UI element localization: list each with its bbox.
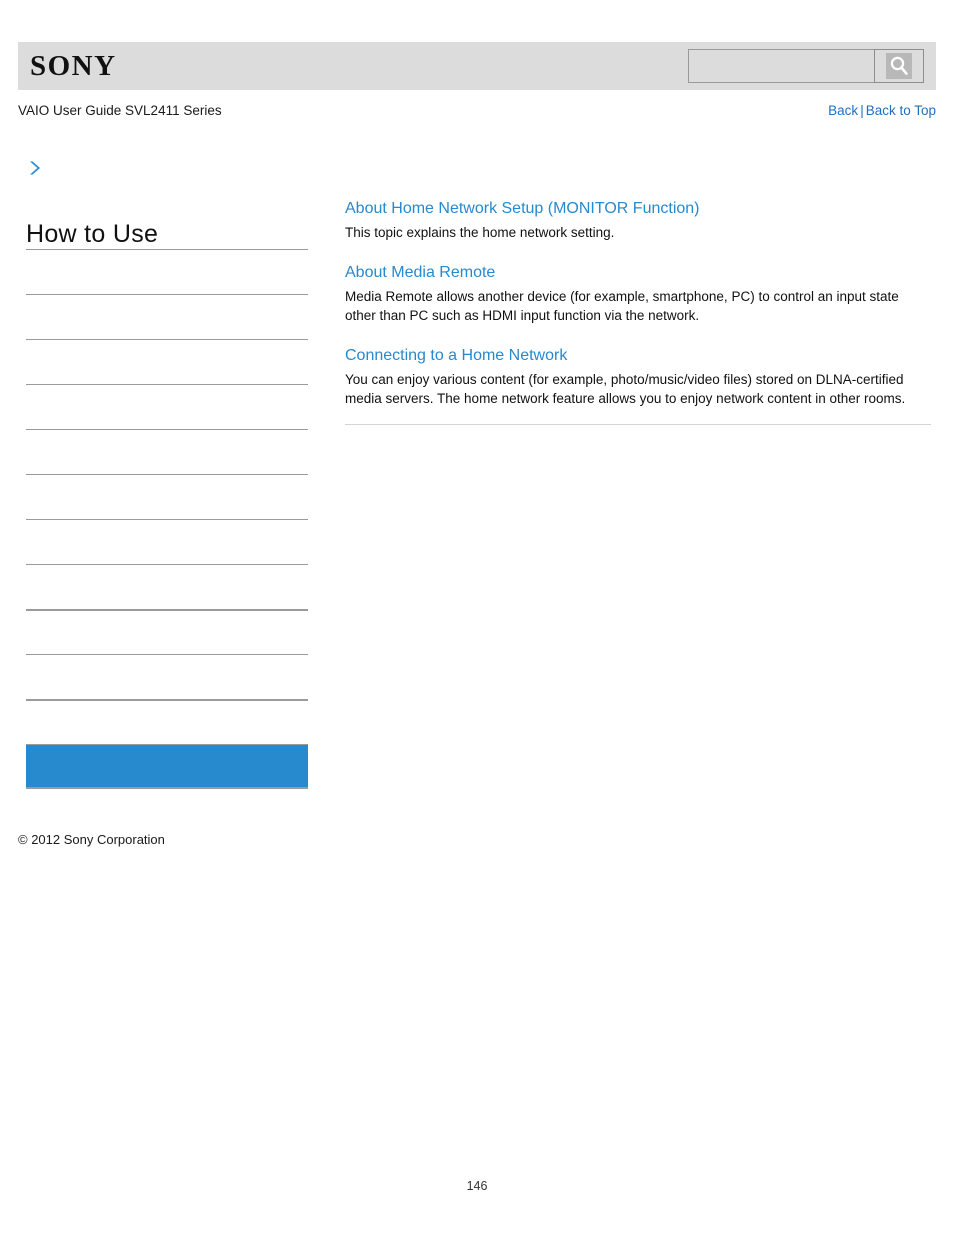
sidebar-item-2[interactable] <box>26 339 308 384</box>
guide-title: VAIO User Guide SVL2411 Series <box>18 103 222 118</box>
chevron-right-icon <box>26 158 46 178</box>
topic-block: About Media Remote Media Remote allows an… <box>345 262 935 325</box>
sub-header: VAIO User Guide SVL2411 Series Back | Back… <box>18 101 936 121</box>
sidebar-item-label <box>26 295 308 310</box>
topic-description: Media Remote allows another device (for … <box>345 289 899 323</box>
sidebar-item-1[interactable] <box>26 294 308 339</box>
sidebar-item-label <box>26 520 308 535</box>
sidebar-item-label <box>26 475 308 490</box>
topic-link[interactable]: Connecting to a Home Network <box>345 345 935 367</box>
sidebar-item-label <box>26 655 308 670</box>
sidebar-item-9[interactable] <box>26 654 308 699</box>
topic-description: This topic explains the home network set… <box>345 225 615 240</box>
sidebar-item-label <box>26 385 308 400</box>
sidebar-item-11[interactable] <box>26 744 308 789</box>
sidebar-item-0[interactable] <box>26 249 308 294</box>
search-icon <box>886 53 912 79</box>
sidebar-item-label <box>26 430 308 445</box>
sidebar-nav-list <box>26 249 308 789</box>
copyright-text: © 2012 Sony Corporation <box>18 832 165 847</box>
sidebar-item-7[interactable] <box>26 564 308 609</box>
back-to-top-link[interactable]: Back to Top <box>866 103 936 118</box>
topic-link[interactable]: About Home Network Setup (MONITOR Functi… <box>345 198 935 220</box>
main-content: About Home Network Setup (MONITOR Functi… <box>345 198 935 425</box>
sidebar-item-label <box>26 745 308 760</box>
sidebar-item-label <box>26 250 308 265</box>
page-number: 146 <box>466 1179 488 1193</box>
sidebar-item-10[interactable] <box>26 699 308 744</box>
page-title: How to Use <box>26 220 159 248</box>
sidebar-item-label <box>26 701 308 716</box>
topic-block: About Home Network Setup (MONITOR Functi… <box>345 198 935 242</box>
sony-logo: SONY <box>30 50 117 82</box>
back-link[interactable]: Back <box>828 103 858 118</box>
search-area <box>688 49 924 83</box>
sidebar-item-label <box>26 340 308 355</box>
page-root: SONY VAIO User Guide SVL2411 Series Back… <box>0 0 954 1235</box>
content-divider <box>345 424 931 425</box>
topic-link[interactable]: About Media Remote <box>345 262 935 284</box>
sidebar-item-3[interactable] <box>26 384 308 429</box>
sidebar-item-8[interactable] <box>26 609 308 654</box>
sidebar-item-label <box>26 611 308 626</box>
topic-block: Connecting to a Home Network You can enjo… <box>345 345 935 408</box>
nav-separator: | <box>860 103 864 118</box>
topic-description: You can enjoy various content (for examp… <box>345 372 906 406</box>
sidebar-item-4[interactable] <box>26 429 308 474</box>
sidebar-item-5[interactable] <box>26 474 308 519</box>
sidebar-item-6[interactable] <box>26 519 308 564</box>
brand-header-bar: SONY <box>18 42 936 90</box>
top-nav-links: Back | Back to Top <box>828 101 936 121</box>
search-button[interactable] <box>874 49 924 83</box>
sidebar-breadcrumb <box>26 158 308 178</box>
sidebar-item-label <box>26 565 308 580</box>
search-input[interactable] <box>688 49 874 83</box>
